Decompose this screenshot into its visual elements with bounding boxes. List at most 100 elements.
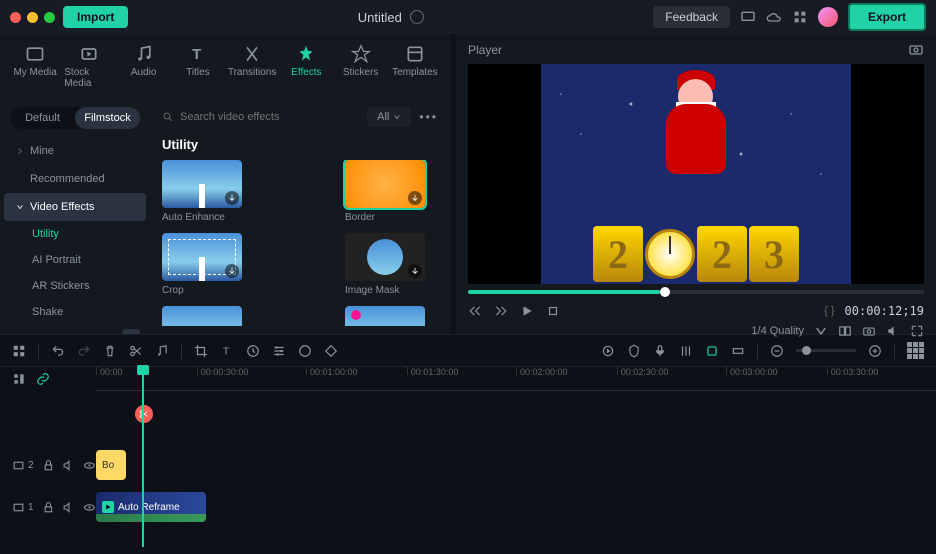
sidebar-item-recommended[interactable]: Recommended xyxy=(4,165,146,193)
source-default[interactable]: Default xyxy=(10,107,75,129)
zoom-out-icon[interactable] xyxy=(770,344,784,358)
source-switch: Default Filmstock xyxy=(10,107,140,129)
layout-icon[interactable] xyxy=(12,344,26,358)
search-input[interactable] xyxy=(162,111,359,123)
sidebar-item-mine[interactable]: Mine xyxy=(4,137,146,165)
effect-item[interactable] xyxy=(162,306,255,326)
clip-video[interactable]: Auto Reframe xyxy=(96,492,206,522)
lock-icon[interactable] xyxy=(42,501,55,514)
undo-icon[interactable] xyxy=(51,344,65,358)
cloud-icon[interactable] xyxy=(766,9,782,25)
sidebar-sub-ai-portrait[interactable]: AI Portrait xyxy=(4,247,146,273)
camera-icon[interactable] xyxy=(862,324,876,338)
keyframe-icon[interactable] xyxy=(324,344,338,358)
effect-border[interactable]: Border xyxy=(345,160,438,223)
color-icon[interactable] xyxy=(298,344,312,358)
maximize-icon[interactable] xyxy=(44,12,55,23)
effect-image-mask[interactable]: Image Mask xyxy=(345,233,438,296)
mute-icon[interactable] xyxy=(62,459,75,472)
ruler-mark: 00:02:00:00 xyxy=(516,367,568,375)
text-icon[interactable]: T xyxy=(220,344,234,358)
effect-item[interactable] xyxy=(345,306,438,326)
stop-icon[interactable] xyxy=(546,304,560,318)
voiceover-icon[interactable] xyxy=(653,344,667,358)
view-mode-icon[interactable] xyxy=(907,342,924,359)
tab-stickers[interactable]: Stickers xyxy=(336,40,386,93)
next-frame-icon[interactable] xyxy=(494,304,508,318)
sidebar-sub-utility[interactable]: Utility xyxy=(4,221,146,247)
timeline: T 00:00 00:00:30:00 00:01:00:00 00:01:30… xyxy=(0,334,936,554)
close-icon[interactable] xyxy=(10,12,21,23)
effect-auto-enhance[interactable]: Auto Enhance xyxy=(162,160,255,223)
tab-titles[interactable]: TTitles xyxy=(173,40,223,93)
visibility-icon[interactable] xyxy=(83,501,96,514)
window-controls[interactable] xyxy=(10,12,55,23)
link-icon[interactable] xyxy=(36,372,50,386)
download-icon[interactable] xyxy=(408,264,422,278)
ruler-mark: 00:03:30:00 xyxy=(827,367,879,375)
marker-icon[interactable] xyxy=(627,344,641,358)
delete-icon[interactable] xyxy=(103,344,117,358)
sidebar-sub-shake[interactable]: Shake xyxy=(4,299,146,325)
import-button[interactable]: Import xyxy=(63,6,128,28)
time-ruler[interactable]: 00:00 00:00:30:00 00:01:00:00 00:01:30:0… xyxy=(96,367,936,391)
svg-text:T: T xyxy=(192,46,201,63)
more-options-button[interactable]: ••• xyxy=(419,110,438,124)
project-title: Untitled xyxy=(136,10,645,25)
snapshot-icon[interactable] xyxy=(908,42,924,58)
tab-transitions[interactable]: Transitions xyxy=(227,40,277,93)
download-icon[interactable] xyxy=(225,191,239,205)
tab-my-media[interactable]: My Media xyxy=(10,40,60,93)
fullscreen-icon[interactable] xyxy=(910,324,924,338)
quality-selector[interactable]: 1/4 Quality xyxy=(751,325,804,337)
ruler-mark: 00:01:00:00 xyxy=(306,367,358,375)
redo-icon[interactable] xyxy=(77,344,91,358)
apps-icon[interactable] xyxy=(792,9,808,25)
player-viewport[interactable]: 223 xyxy=(468,64,924,284)
crop-icon[interactable] xyxy=(194,344,208,358)
play-icon[interactable] xyxy=(520,304,534,318)
auto-reframe-icon[interactable] xyxy=(705,344,719,358)
zoom-slider[interactable] xyxy=(796,349,856,352)
snap-icon[interactable] xyxy=(731,344,745,358)
display-icon[interactable] xyxy=(740,9,756,25)
download-icon[interactable] xyxy=(225,264,239,278)
tab-stock-media[interactable]: Stock Media xyxy=(64,40,114,93)
adjust-icon[interactable] xyxy=(272,344,286,358)
prev-frame-icon[interactable] xyxy=(468,304,482,318)
markers-label[interactable]: { } xyxy=(824,305,834,317)
title-text: Untitled xyxy=(358,10,402,25)
volume-icon[interactable] xyxy=(886,324,900,338)
sidebar-sub-ar-stickers[interactable]: AR Stickers xyxy=(4,273,146,299)
ruler-mark: 00:01:30:00 xyxy=(407,367,459,375)
clip-border[interactable]: Bo xyxy=(96,450,126,480)
speed-icon[interactable] xyxy=(246,344,260,358)
playhead[interactable] xyxy=(142,367,144,547)
cloud-sync-icon[interactable] xyxy=(410,10,424,24)
minimize-icon[interactable] xyxy=(27,12,38,23)
progress-bar[interactable] xyxy=(468,290,924,294)
filter-all-button[interactable]: All xyxy=(367,107,411,127)
collapse-sidebar-button[interactable]: ‹ xyxy=(122,329,140,334)
avatar[interactable] xyxy=(818,7,838,27)
tab-audio[interactable]: Audio xyxy=(119,40,169,93)
compare-icon[interactable] xyxy=(838,324,852,338)
search-field[interactable] xyxy=(180,111,359,123)
track-manager-icon[interactable] xyxy=(12,372,26,386)
lock-icon[interactable] xyxy=(42,459,55,472)
export-button[interactable]: Export xyxy=(848,3,926,31)
zoom-in-icon[interactable] xyxy=(868,344,882,358)
mixer-icon[interactable] xyxy=(679,344,693,358)
tab-templates[interactable]: Templates xyxy=(390,40,440,93)
sidebar-item-video-effects[interactable]: Video Effects xyxy=(4,193,146,221)
download-icon[interactable] xyxy=(408,191,422,205)
tab-effects[interactable]: Effects xyxy=(281,40,331,93)
music-icon[interactable] xyxy=(155,344,169,358)
visibility-icon[interactable] xyxy=(83,459,96,472)
split-icon[interactable] xyxy=(129,344,143,358)
effect-crop[interactable]: Crop xyxy=(162,233,255,296)
feedback-button[interactable]: Feedback xyxy=(653,6,730,28)
source-filmstock[interactable]: Filmstock xyxy=(75,107,140,129)
mute-icon[interactable] xyxy=(62,501,75,514)
render-icon[interactable] xyxy=(601,344,615,358)
